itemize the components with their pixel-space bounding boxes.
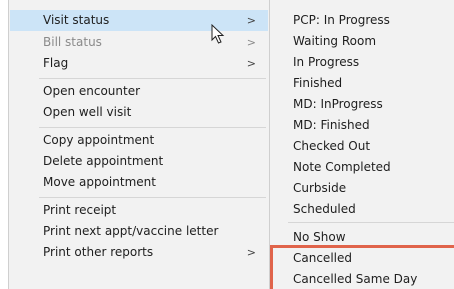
submenu-item-pcp-in-progress[interactable]: PCP: In Progress [293, 10, 390, 31]
submenu-item-in-progress[interactable]: In Progress [293, 52, 359, 73]
menu-separator [39, 78, 266, 79]
menu-item-label: Flag [43, 56, 69, 70]
menu-item-copy-appointment[interactable]: Copy appointment [10, 130, 268, 151]
menu-item-label: Print next appt/vaccine letter [43, 224, 219, 238]
mouse-pointer-icon [211, 24, 225, 44]
menu-item-delete-appointment[interactable]: Delete appointment [10, 151, 268, 172]
chevron-right-icon: > [246, 36, 256, 49]
callout-highlight-box [270, 245, 454, 289]
menu-item-print-receipt[interactable]: Print receipt [10, 200, 268, 221]
submenu-separator [288, 222, 454, 223]
menu-separator [39, 127, 266, 128]
menu-item-label: Move appointment [43, 175, 156, 189]
menu-item-label: Print other reports [43, 245, 154, 259]
menu-item-label: Copy appointment [43, 133, 155, 147]
submenu-item-scheduled[interactable]: Scheduled [293, 199, 356, 220]
menu-item-move-appointment[interactable]: Move appointment [10, 172, 268, 193]
chevron-right-icon: > [246, 14, 256, 27]
menu-item-open-well-visit[interactable]: Open well visit [10, 102, 268, 123]
submenu-item-waiting-room[interactable]: Waiting Room [293, 31, 376, 52]
menu-item-label: Bill status [43, 35, 102, 49]
menu-item-print-other-reports[interactable]: Print other reports > [10, 242, 268, 263]
submenu-item-md-finished[interactable]: MD: Finished [293, 115, 370, 136]
chevron-right-icon: > [246, 57, 256, 70]
menu-item-label: Print receipt [43, 203, 117, 217]
menu-item-print-next-appt-letter[interactable]: Print next appt/vaccine letter [10, 221, 268, 242]
menu-item-open-encounter[interactable]: Open encounter [10, 81, 268, 102]
menu-item-label: Open encounter [43, 84, 141, 98]
submenu-item-note-completed[interactable]: Note Completed [293, 157, 391, 178]
submenu-item-checked-out[interactable]: Checked Out [293, 136, 370, 157]
background-strip [0, 0, 8, 289]
menu-item-bill-status: Bill status > [10, 32, 268, 53]
chevron-right-icon: > [246, 246, 256, 259]
menu-item-label: Delete appointment [43, 154, 164, 168]
screen: Visit status > Bill status > Flag > Open… [0, 0, 454, 289]
submenu-item-md-inprogress[interactable]: MD: InProgress [293, 94, 383, 115]
menu-separator [39, 197, 266, 198]
submenu-item-curbside[interactable]: Curbside [293, 178, 346, 199]
menu-item-flag[interactable]: Flag > [10, 53, 268, 74]
context-menu: Visit status > Bill status > Flag > Open… [8, 0, 270, 289]
submenu-item-finished[interactable]: Finished [293, 73, 342, 94]
menu-item-visit-status[interactable]: Visit status > [10, 10, 268, 31]
menu-item-label: Visit status [43, 13, 110, 27]
menu-item-label: Open well visit [43, 105, 132, 119]
